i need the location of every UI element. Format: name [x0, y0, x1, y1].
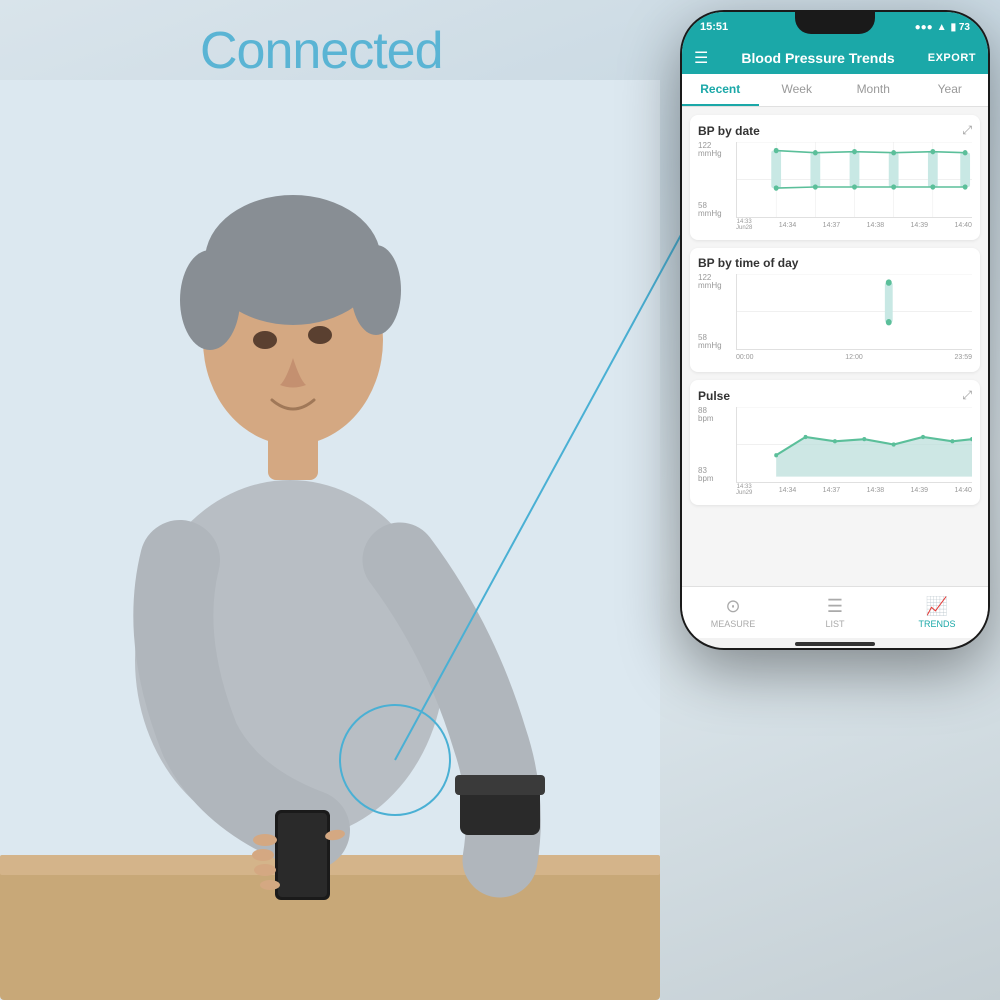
bp-date-x-axis: 14:33Jun28 14:34 14:37 14:38 14:39 14:40	[736, 218, 972, 232]
pulse-x-axis: 14:33Jun29 14:34 14:37 14:38 14:39 14:40	[736, 483, 972, 497]
y-pulse-top: 88bpm	[698, 407, 734, 423]
pulse-y-axis: 88bpm 83bpm	[698, 407, 734, 483]
x-pulse-3: 14:37	[823, 487, 841, 494]
tab-month[interactable]: Month	[835, 74, 912, 106]
measure-icon: ⊙	[725, 596, 740, 617]
nav-measure[interactable]: ⊙ MEASURE	[682, 596, 784, 629]
x-label-2: 14:34	[779, 222, 797, 229]
bp-time-title: BP by time of day	[698, 256, 798, 270]
bp-time-y-axis: 122mmHg 58mmHg	[698, 274, 734, 350]
bp-time-plot	[736, 274, 972, 350]
connected-line1: Connected	[200, 20, 443, 82]
header-title: Blood Pressure Trends	[741, 50, 894, 66]
x-time-3: 23:59	[954, 354, 972, 361]
tab-bar: Recent Week Month Year	[682, 74, 988, 107]
x-label-5: 14:39	[911, 222, 929, 229]
x-label-4: 14:38	[867, 222, 885, 229]
status-icons: ●●● ▲ ▮ 73	[915, 22, 970, 33]
battery-indicator: ▮ 73	[951, 22, 970, 33]
nav-trends[interactable]: 📈 TRENDS	[886, 596, 988, 629]
menu-icon[interactable]: ☰	[694, 48, 708, 68]
export-button[interactable]: EXPORT	[928, 52, 976, 64]
y-label-bottom: 58mmHg	[698, 202, 734, 218]
bp-date-title-row: BP by date ⤢	[698, 123, 972, 138]
x-label-6: 14:40	[954, 222, 972, 229]
bp-time-chart-area: 122mmHg 58mmHg	[698, 274, 972, 364]
app-content: BP by date ⤢ 122mmHg 58mmHg	[682, 107, 988, 586]
phone-inner: 15:51 ●●● ▲ ▮ 73 ☰ Blood Pressure Trends…	[682, 12, 988, 648]
bp-date-y-axis: 122mmHg 58mmHg	[698, 142, 734, 218]
pulse-expand-icon[interactable]: ⤢	[962, 388, 972, 403]
measure-label: MEASURE	[711, 619, 756, 629]
phone-mockup: 15:51 ●●● ▲ ▮ 73 ☰ Blood Pressure Trends…	[680, 10, 990, 650]
tab-year[interactable]: Year	[912, 74, 989, 106]
x-time-2: 12:00	[845, 354, 863, 361]
app-header: ☰ Blood Pressure Trends EXPORT	[682, 42, 988, 74]
x-label-1: 14:33Jun28	[736, 219, 752, 231]
nav-list[interactable]: ☰ LIST	[784, 596, 886, 629]
pulse-title-row: Pulse ⤢	[698, 388, 972, 403]
x-pulse-4: 14:38	[867, 487, 885, 494]
x-pulse-2: 14:34	[779, 487, 797, 494]
bp-date-title: BP by date	[698, 124, 760, 138]
status-time: 15:51	[700, 21, 728, 33]
trends-label: TRENDS	[918, 619, 955, 629]
bp-date-expand-icon[interactable]: ⤢	[962, 123, 972, 138]
signal-icon: ●●●	[915, 22, 933, 33]
bp-date-card: BP by date ⤢ 122mmHg 58mmHg	[690, 115, 980, 240]
pulse-chart-area: 88bpm 83bpm	[698, 407, 972, 497]
trends-icon: 📈	[926, 596, 948, 617]
home-bar	[795, 642, 875, 646]
wifi-icon: ▲	[937, 22, 947, 33]
x-pulse-1: 14:33Jun29	[736, 484, 752, 496]
x-label-3: 14:37	[823, 222, 841, 229]
bp-time-x-axis: 00:00 12:00 23:59	[736, 350, 972, 364]
bp-date-chart-area: 122mmHg 58mmHg	[698, 142, 972, 232]
tab-week[interactable]: Week	[759, 74, 836, 106]
bp-date-plot	[736, 142, 972, 218]
pulse-title: Pulse	[698, 389, 730, 403]
x-pulse-5: 14:39	[911, 487, 929, 494]
pulse-card: Pulse ⤢ 88bpm 83bpm	[690, 380, 980, 505]
tab-recent[interactable]: Recent	[682, 74, 759, 106]
bp-time-title-row: BP by time of day	[698, 256, 972, 270]
bottom-nav: ⊙ MEASURE ☰ LIST 📈 TRENDS	[682, 586, 988, 638]
list-label: LIST	[825, 619, 844, 629]
x-time-1: 00:00	[736, 354, 754, 361]
y-label-top: 122mmHg	[698, 142, 734, 158]
y-time-bottom: 58mmHg	[698, 334, 734, 350]
x-pulse-6: 14:40	[954, 487, 972, 494]
pulse-plot	[736, 407, 972, 483]
list-icon: ☰	[827, 596, 843, 617]
bp-time-card: BP by time of day 122mmHg 58mmHg	[690, 248, 980, 372]
y-pulse-bottom: 83bpm	[698, 467, 734, 483]
phone-notch	[795, 12, 875, 34]
person-illustration	[0, 80, 660, 1000]
y-time-top: 122mmHg	[698, 274, 734, 290]
